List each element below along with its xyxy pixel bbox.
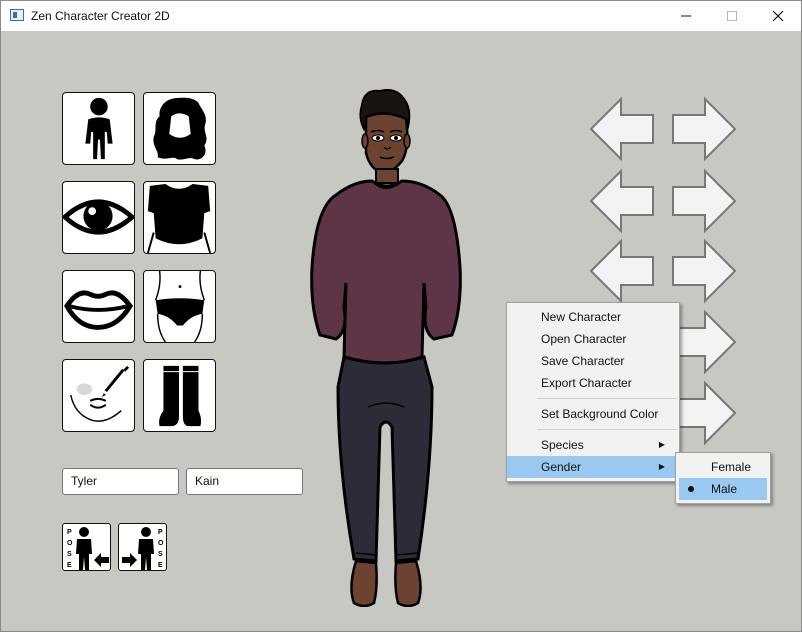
menu-item-new-character[interactable]: New Character <box>507 306 679 328</box>
menu-item-open-character[interactable]: Open Character <box>507 328 679 350</box>
pose-letter: S <box>67 551 72 558</box>
radio-bullet-icon <box>688 486 694 492</box>
pose-previous-button[interactable]: P O S E <box>62 523 111 571</box>
pose-letter: S <box>158 551 163 558</box>
menu-item-gender-label: Gender <box>541 460 582 474</box>
top-tile[interactable] <box>143 181 216 254</box>
body-icon <box>85 97 113 160</box>
gender-option-male[interactable]: Male <box>679 478 767 500</box>
gender-submenu: Female Male <box>675 452 771 504</box>
underwear-tile[interactable] <box>143 270 216 343</box>
title-bar: Zen Character Creator 2D <box>1 1 801 31</box>
lips-icon <box>64 290 134 330</box>
prev-style-arrow-3[interactable] <box>589 238 655 304</box>
submenu-arrow-icon: ▶ <box>658 440 665 449</box>
makeup-tile[interactable] <box>62 359 135 432</box>
character-figure <box>310 89 462 607</box>
minimize-button[interactable] <box>663 1 709 31</box>
pose-letter: O <box>67 540 73 547</box>
pose-next-button[interactable]: P O S E <box>118 523 167 571</box>
next-style-arrow-3[interactable] <box>671 238 737 304</box>
pose-previous-icon: P O S E <box>67 527 109 570</box>
body-type-tile[interactable] <box>62 92 135 165</box>
pose-letter: P <box>158 529 163 536</box>
hair-tile[interactable] <box>143 92 216 165</box>
menu-separator <box>537 429 677 430</box>
editor-canvas: Tyler Kain P O S E P O S E New Character… <box>1 32 801 631</box>
lips-tile[interactable] <box>62 270 135 343</box>
underwear-icon <box>154 271 205 342</box>
menu-item-gender[interactable]: Gender ▶ <box>507 456 679 478</box>
first-name-input[interactable]: Tyler <box>62 468 179 495</box>
gender-option-female[interactable]: Female <box>679 456 767 478</box>
submenu-arrow-icon: ▶ <box>658 462 665 471</box>
window-title: Zen Character Creator 2D <box>31 9 170 23</box>
eyes-tile[interactable] <box>62 181 135 254</box>
prev-style-arrow-1[interactable] <box>589 96 655 162</box>
pose-next-icon: P O S E <box>122 527 164 570</box>
menu-item-species[interactable]: Species ▶ <box>507 434 679 456</box>
next-style-arrow-4[interactable] <box>671 309 737 375</box>
maximize-icon <box>727 11 737 21</box>
app-window: Zen Character Creator 2D Tyler Kain P O … <box>0 0 802 632</box>
context-menu: New Character Open Character Save Charac… <box>506 302 680 482</box>
hair-icon <box>153 97 207 160</box>
minimize-icon <box>681 15 691 17</box>
makeup-brush-icon <box>70 365 130 422</box>
pose-letter: E <box>67 562 72 569</box>
app-icon <box>10 9 24 21</box>
prev-style-arrow-2[interactable] <box>589 168 655 234</box>
next-style-arrow-1[interactable] <box>671 96 737 162</box>
menu-item-export-character[interactable]: Export Character <box>507 372 679 394</box>
gender-option-male-label: Male <box>711 482 738 496</box>
shirt-icon <box>146 183 212 253</box>
next-style-arrow-2[interactable] <box>671 168 737 234</box>
menu-separator <box>537 398 677 399</box>
maximize-button[interactable] <box>709 1 755 31</box>
pose-letter: O <box>158 540 164 547</box>
next-style-arrow-5[interactable] <box>671 380 737 446</box>
legwear-tile[interactable] <box>143 359 216 432</box>
close-button[interactable] <box>755 1 801 31</box>
menu-item-save-character[interactable]: Save Character <box>507 350 679 372</box>
boots-icon <box>159 365 202 427</box>
eye-icon <box>63 199 134 235</box>
menu-item-set-background-color[interactable]: Set Background Color <box>507 403 679 425</box>
last-name-input[interactable]: Kain <box>186 468 303 495</box>
pose-letter: P <box>67 529 72 536</box>
menu-item-species-label: Species <box>541 438 584 452</box>
pose-letter: E <box>158 562 163 569</box>
close-icon <box>772 10 784 22</box>
